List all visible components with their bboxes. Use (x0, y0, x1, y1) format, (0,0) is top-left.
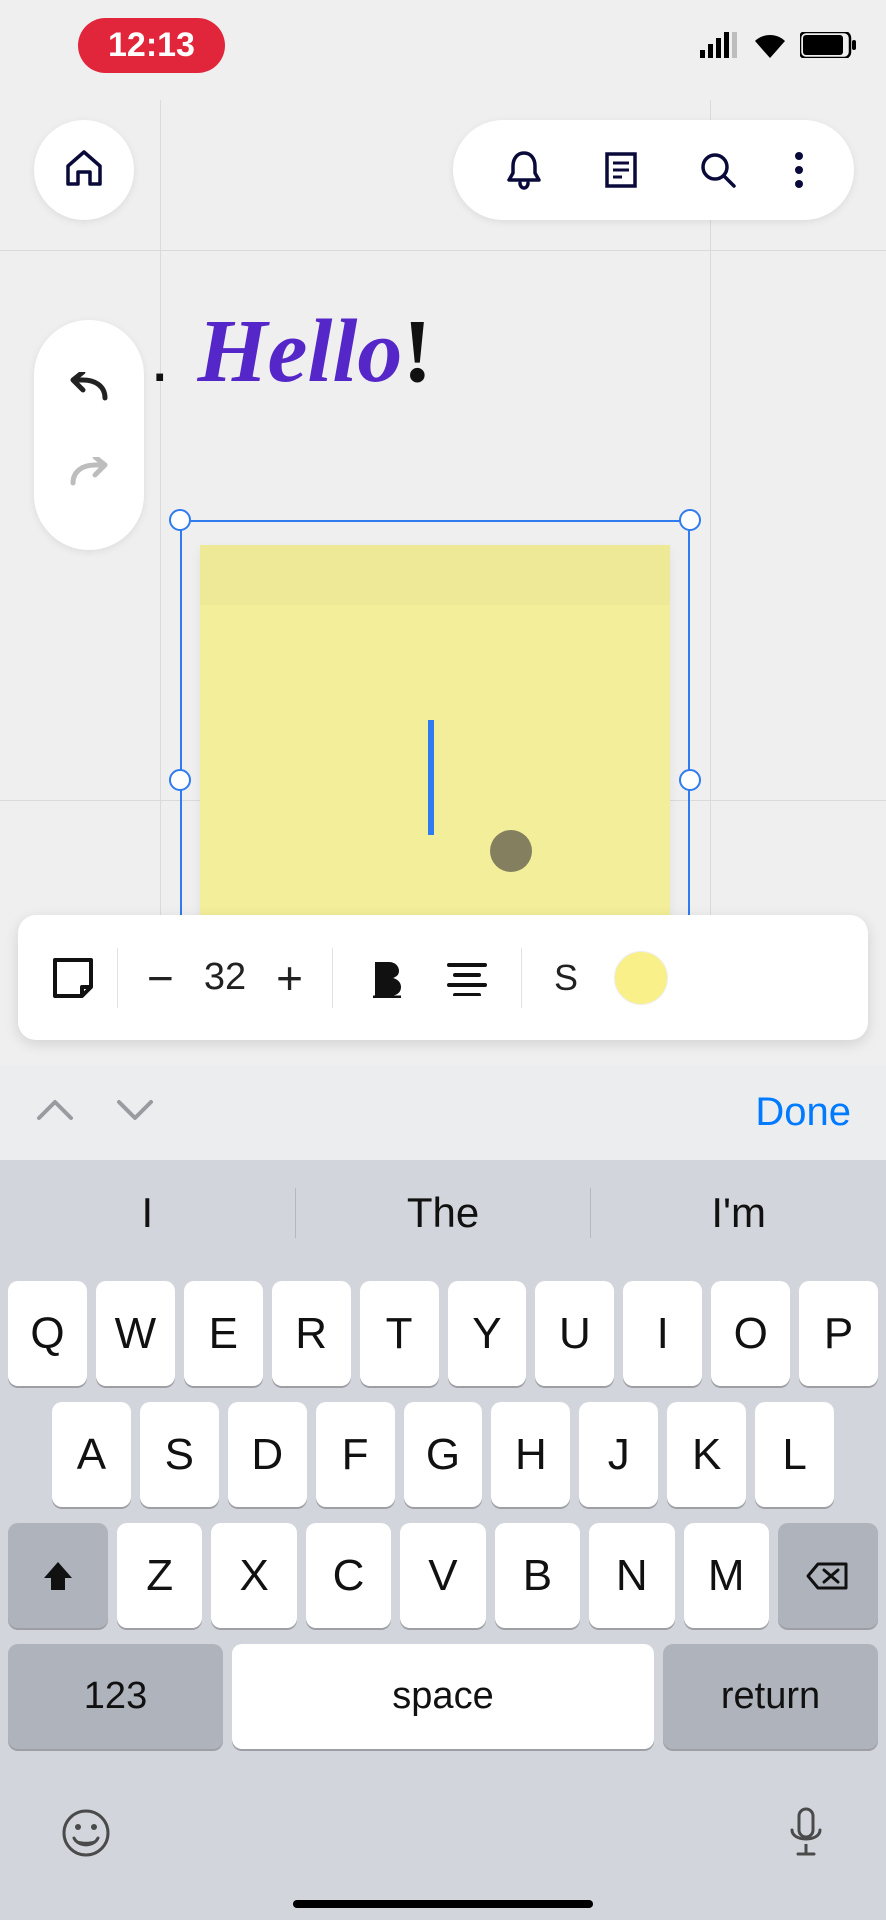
key-d[interactable]: D (228, 1402, 307, 1507)
key-q[interactable]: Q (8, 1281, 87, 1386)
cellular-signal-icon (700, 32, 740, 58)
key-row-1: Q W E R T Y U I O P (0, 1281, 886, 1386)
keyboard-bottom-row (0, 1780, 886, 1920)
suggestion[interactable]: I'm (591, 1189, 886, 1237)
undo-redo-toolbar (34, 320, 144, 550)
key-c[interactable]: C (306, 1523, 391, 1628)
key-t[interactable]: T (360, 1281, 439, 1386)
format-toolbar: − 32 + S (18, 915, 868, 1040)
grid-line (0, 250, 886, 251)
grid-line (710, 100, 711, 1000)
title-word: Hello (197, 300, 402, 403)
dictation-button[interactable] (786, 1806, 826, 1865)
separator (332, 948, 333, 1008)
align-button[interactable] (437, 960, 497, 996)
key-backspace[interactable] (778, 1523, 878, 1628)
search-icon[interactable] (697, 149, 739, 191)
status-bar: 12:13 (0, 0, 886, 90)
top-toolbar (453, 120, 854, 220)
title-exclamation: ! (402, 300, 432, 403)
font-size-value: 32 (204, 956, 246, 999)
done-button[interactable]: Done (755, 1090, 851, 1135)
grid-line (160, 100, 161, 1000)
bullet-icon: . (150, 317, 169, 397)
suggestion-bar: I The I'm (0, 1160, 886, 1265)
resize-handle-mr[interactable] (679, 769, 701, 791)
key-j[interactable]: J (579, 1402, 658, 1507)
status-time-recording[interactable]: 12:13 (78, 18, 225, 73)
key-k[interactable]: K (667, 1402, 746, 1507)
next-field-button[interactable] (115, 1096, 155, 1129)
key-r[interactable]: R (272, 1281, 351, 1386)
home-indicator[interactable] (293, 1900, 593, 1908)
key-h[interactable]: H (491, 1402, 570, 1507)
key-v[interactable]: V (400, 1523, 485, 1628)
undo-button[interactable] (65, 372, 113, 413)
suggestion[interactable]: I (0, 1189, 295, 1237)
home-button[interactable] (34, 120, 134, 220)
key-p[interactable]: P (799, 1281, 878, 1386)
resize-handle-tr[interactable] (679, 509, 701, 531)
key-row-2: A S D F G H J K L (0, 1402, 886, 1507)
key-row-3: Z X C V B N M (0, 1523, 886, 1628)
prev-field-button[interactable] (35, 1096, 75, 1129)
key-return[interactable]: return (663, 1644, 878, 1749)
key-x[interactable]: X (211, 1523, 296, 1628)
touch-indicator-icon (490, 830, 532, 872)
key-l[interactable]: L (755, 1402, 834, 1507)
color-picker-button[interactable] (614, 951, 668, 1005)
key-o[interactable]: O (711, 1281, 790, 1386)
key-z[interactable]: Z (117, 1523, 202, 1628)
key-n[interactable]: N (589, 1523, 674, 1628)
key-w[interactable]: W (96, 1281, 175, 1386)
wifi-icon (752, 32, 788, 58)
canvas-title[interactable]: . Hello ! (150, 300, 432, 403)
key-m[interactable]: M (684, 1523, 769, 1628)
text-cursor (428, 720, 434, 835)
home-icon (62, 146, 106, 195)
key-y[interactable]: Y (448, 1281, 527, 1386)
note-type-button[interactable] (43, 955, 103, 1001)
bold-button[interactable] (357, 958, 417, 998)
key-row-4: 123 space return (0, 1644, 886, 1749)
key-f[interactable]: F (316, 1402, 395, 1507)
key-a[interactable]: A (52, 1402, 131, 1507)
key-i[interactable]: I (623, 1281, 702, 1386)
key-space[interactable]: space (232, 1644, 654, 1749)
separator (521, 948, 522, 1008)
suggestion[interactable]: The (296, 1189, 591, 1237)
redo-button[interactable] (65, 457, 113, 498)
decrease-size-button[interactable]: − (147, 951, 174, 1005)
emoji-button[interactable] (60, 1807, 112, 1864)
keyboard: I The I'm Q W E R T Y U I O P A S D F G … (0, 1160, 886, 1920)
key-e[interactable]: E (184, 1281, 263, 1386)
resize-handle-ml[interactable] (169, 769, 191, 791)
key-u[interactable]: U (535, 1281, 614, 1386)
separator (117, 948, 118, 1008)
key-123[interactable]: 123 (8, 1644, 223, 1749)
resize-handle-tl[interactable] (169, 509, 191, 531)
key-g[interactable]: G (404, 1402, 483, 1507)
font-size-control: − 32 + (132, 951, 318, 1005)
battery-icon (800, 32, 858, 58)
key-s[interactable]: S (140, 1402, 219, 1507)
increase-size-button[interactable]: + (276, 951, 303, 1005)
key-shift[interactable] (8, 1523, 108, 1628)
more-icon[interactable] (794, 149, 804, 191)
bell-icon[interactable] (503, 149, 545, 191)
document-icon[interactable] (600, 149, 642, 191)
key-b[interactable]: B (495, 1523, 580, 1628)
keyboard-accessory: Done (0, 1065, 886, 1160)
size-preset-button[interactable]: S (536, 957, 596, 999)
